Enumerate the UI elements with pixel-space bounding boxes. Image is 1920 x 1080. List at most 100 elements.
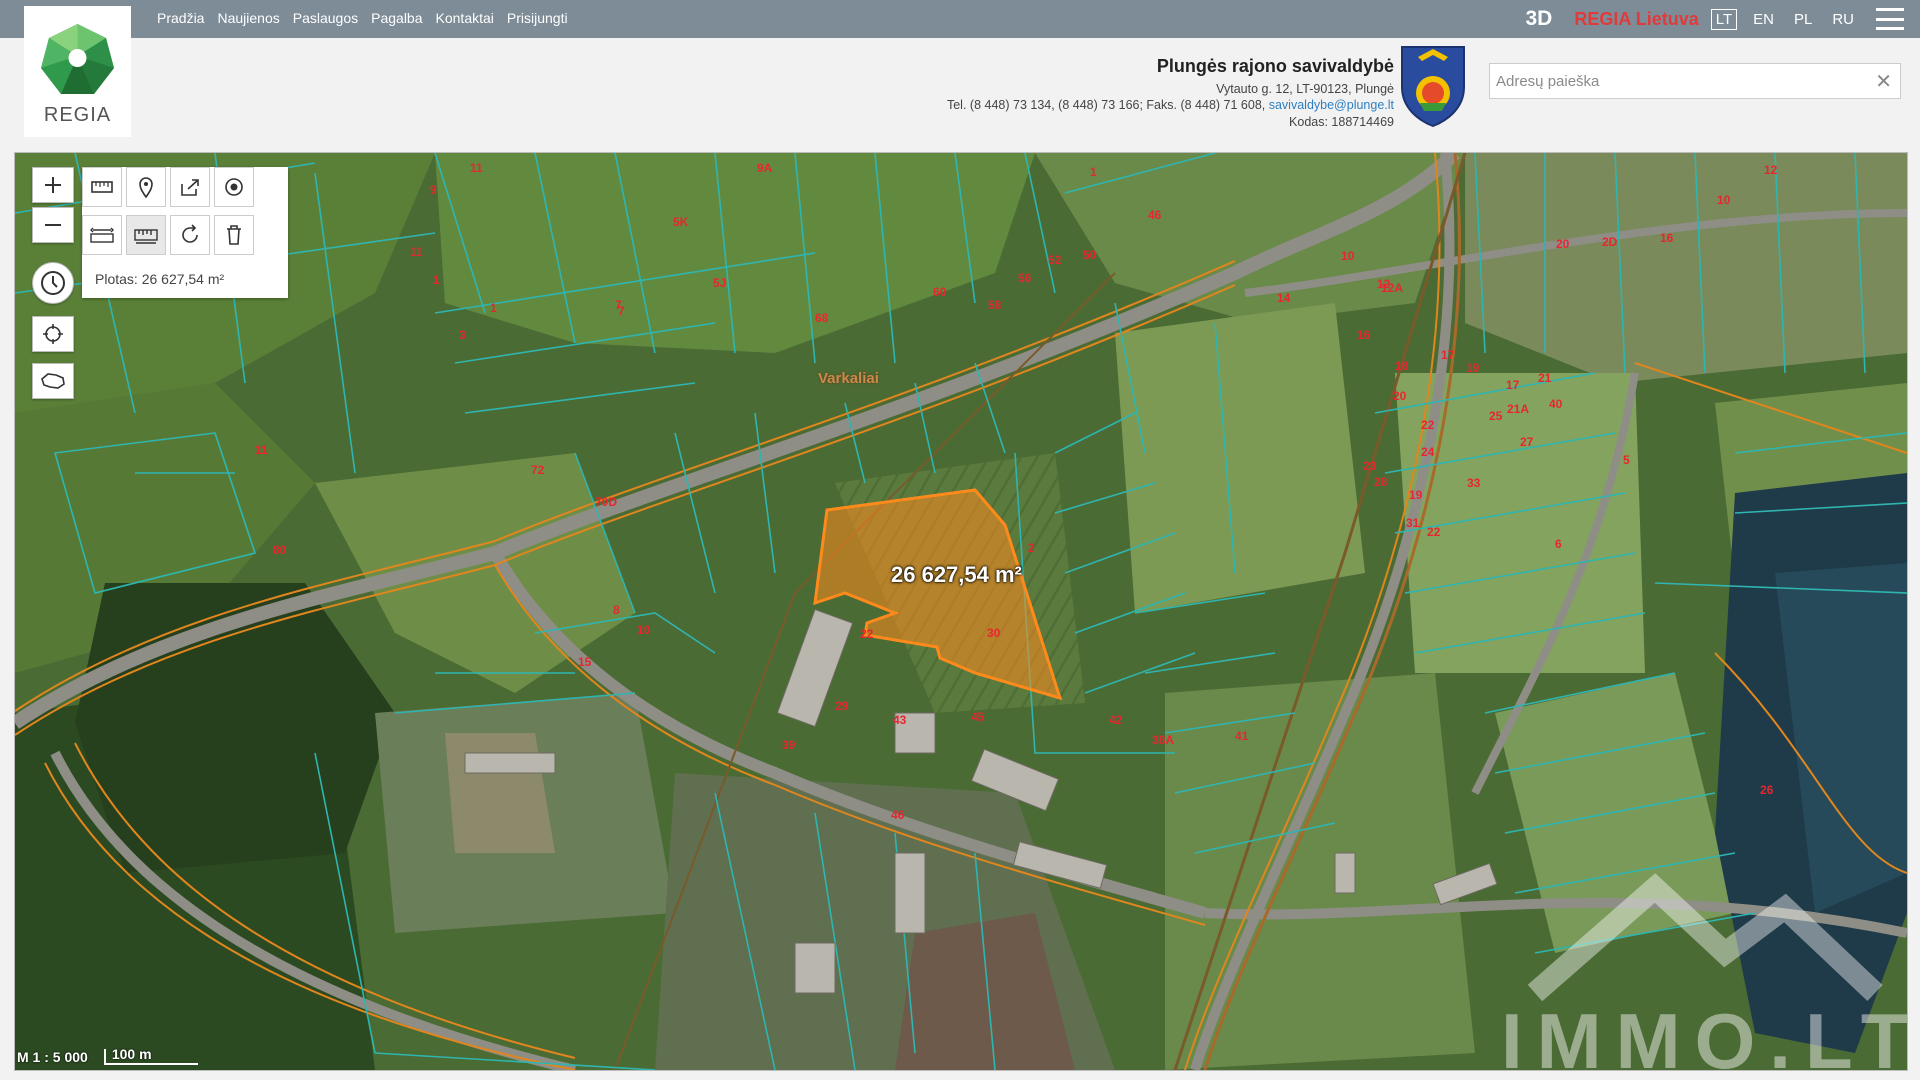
lang-lt[interactable]: LT — [1710, 8, 1738, 30]
parcel-number-label: 2D — [1602, 235, 1618, 249]
village-label: Varkaliai — [818, 370, 879, 387]
parcel-number-label: 21A — [1507, 402, 1530, 416]
top-navigation: Pradžia Naujienos Paslaugos Pagalba Kont… — [157, 10, 568, 26]
scale-ratio: M 1 : 5 000 — [17, 1049, 88, 1065]
map-view[interactable]: Varkaliai 26 627,54 m² 11 9 11 1 3 1 7 9A 11 72 70… — [14, 152, 1908, 1071]
parcel-number-label: 3 — [459, 328, 466, 342]
parcel-number-label: 40 — [1549, 397, 1563, 411]
nav-naujienos[interactable]: Naujienos — [217, 10, 279, 26]
scale-bar-label: 100 m — [111, 1046, 152, 1062]
logo-text: REGIA — [43, 104, 112, 126]
parcel-number-label: 12 — [1764, 163, 1778, 177]
parcel-number-label: 11 — [410, 245, 423, 259]
minus-icon — [45, 224, 61, 226]
trash-icon — [227, 225, 241, 245]
parcel-number-label: 2 — [1028, 541, 1035, 555]
share-icon — [181, 179, 199, 196]
regia-logo-icon — [41, 24, 114, 94]
parcel-number-label: 21 — [1538, 371, 1552, 385]
parcel-number-label: 1 — [1090, 165, 1097, 179]
parcel-number-label: 17 — [1506, 378, 1520, 392]
map-marker-icon — [139, 177, 153, 198]
immo-watermark-text: IMMO.LT — [1501, 997, 1908, 1071]
zoom-in-button[interactable] — [32, 167, 74, 203]
marker-button[interactable] — [126, 167, 166, 207]
share-button[interactable] — [170, 167, 210, 207]
nav-kontaktai[interactable]: Kontaktai — [436, 10, 494, 26]
parcel-number-label: 22 — [1427, 525, 1441, 539]
lang-ru[interactable]: RU — [1828, 10, 1858, 29]
ruler-distance-icon — [90, 227, 114, 243]
parcel-number-label: 22 — [1421, 418, 1435, 432]
lithuania-map-icon — [41, 373, 65, 389]
parcel-number-label: 45 — [971, 710, 985, 724]
municipality-email[interactable]: savivaldybe@plunge.lt — [1269, 98, 1394, 112]
parcel-number-label: 23 — [1363, 459, 1377, 473]
parcel-number-label: 5 — [1623, 453, 1630, 467]
parcel-number-label: 8 — [613, 603, 620, 617]
reset-measure-button[interactable] — [170, 215, 210, 255]
measure-distance-button[interactable] — [82, 215, 122, 255]
target-icon — [225, 178, 243, 196]
parcel-number-label: 15 — [578, 655, 592, 669]
nav-prisijungti[interactable]: Prisijungti — [507, 10, 568, 26]
parcel-number-label: 12A — [1381, 281, 1404, 295]
parcel-number-label: 10 — [1341, 249, 1355, 263]
nav-pradzia[interactable]: Pradžia — [157, 10, 204, 26]
lithuania-extent-button[interactable] — [32, 363, 74, 399]
parcel-number-label: 27 — [1520, 435, 1534, 449]
measure-tool-panel: Plotas: 26 627,54 m² — [82, 167, 288, 298]
parcel-number-label: 80 — [273, 543, 287, 557]
top-right-controls: 3D REGIA Lietuva LT EN PL RU — [1526, 0, 1920, 38]
ruler-polygon-icon — [134, 229, 158, 244]
parcel-number-label: 31 — [1406, 516, 1420, 530]
parcel-number-label: 6 — [1555, 537, 1562, 551]
parcel-number-label: 46 — [1148, 208, 1162, 222]
parcel-number-label: 24 — [1421, 445, 1435, 459]
parcel-number-label: 41 — [1235, 729, 1249, 743]
parcel-number-label: 16 — [1357, 328, 1371, 342]
parcel-number-label: 18 — [1395, 359, 1409, 373]
parcel-number-label: 52 — [1048, 253, 1062, 267]
3d-button[interactable]: 3D — [1526, 7, 1553, 31]
close-icon[interactable]: ✕ — [1875, 69, 1892, 94]
parcel-number-label: 17 — [1441, 348, 1455, 362]
target-button[interactable] — [214, 167, 254, 207]
parcel-number-label: 9A — [757, 161, 773, 175]
delete-measure-button[interactable] — [214, 215, 254, 255]
regia-logo[interactable]: REGIA — [24, 6, 131, 137]
parcel-number-label: 10 — [637, 623, 651, 637]
parcel-number-label: 22 — [860, 627, 874, 641]
lang-en[interactable]: EN — [1749, 10, 1778, 29]
parcel-number-label: 33 — [1467, 476, 1481, 490]
parcel-number-label: 38A — [1152, 733, 1175, 747]
history-button[interactable] — [32, 262, 74, 304]
municipality-code: Kodas: 188714469 — [1289, 114, 1394, 129]
nav-paslaugos[interactable]: Paslaugos — [293, 10, 358, 26]
immo-watermark-icon — [1527, 873, 1883, 1002]
address-search-input[interactable] — [1490, 64, 1862, 98]
parcel-number-label: 1 — [433, 273, 440, 287]
parcel-number-label: 30 — [987, 626, 1001, 640]
parcel-number-label: 19 — [1409, 488, 1423, 502]
measure-polygon-button[interactable] — [126, 215, 166, 255]
lang-pl[interactable]: PL — [1790, 10, 1816, 29]
zoom-out-button[interactable] — [32, 207, 74, 243]
nav-pagalba[interactable]: Pagalba — [371, 10, 422, 26]
parcel-number-label: 19 — [1466, 361, 1480, 375]
measure-area-button[interactable] — [82, 167, 122, 207]
parcel-number-label: 39 — [782, 738, 796, 752]
crosshair-icon — [43, 324, 63, 344]
parcel-number-label: 11 — [255, 443, 268, 457]
top-bar: Pradžia Naujienos Paslaugos Pagalba Kont… — [0, 0, 1920, 38]
regia-lietuva-link[interactable]: REGIA Lietuva — [1574, 9, 1698, 30]
locate-button[interactable] — [32, 316, 74, 352]
parcel-number-label: 46 — [891, 808, 905, 822]
coat-of-arms-icon — [1401, 46, 1465, 128]
hamburger-icon[interactable] — [1876, 8, 1904, 30]
parcel-number-label: 28 — [1374, 475, 1388, 489]
parcel-number-label: 20 — [1556, 237, 1570, 251]
parcel-number-label: 50 — [1083, 248, 1097, 262]
parcel-number-label: 7 — [618, 304, 625, 318]
area-measure-label: 26 627,54 m² — [891, 562, 1022, 587]
